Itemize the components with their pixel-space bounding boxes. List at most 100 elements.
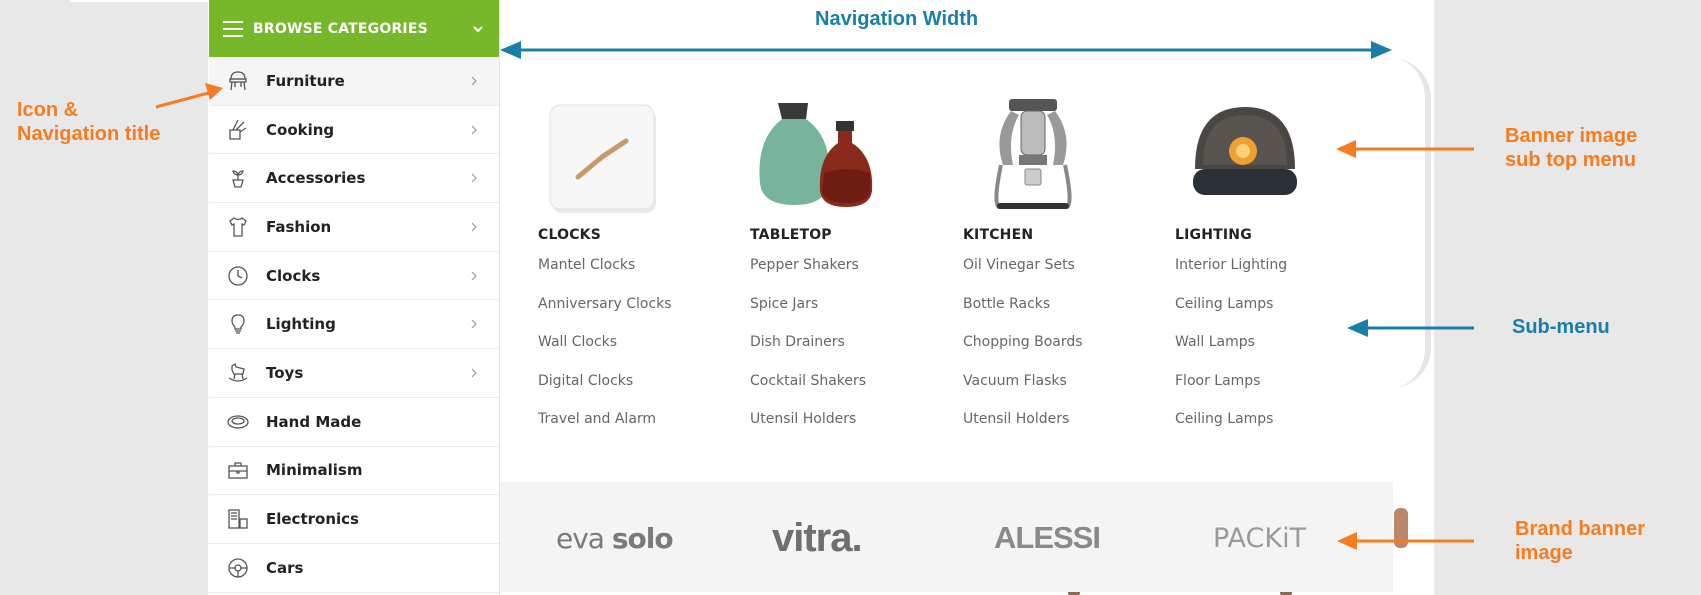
rocking-horse-icon bbox=[228, 362, 248, 382]
sidebar-item-minimalism[interactable]: Minimalism bbox=[209, 447, 499, 496]
sidebar-item-label: Accessories bbox=[266, 169, 366, 188]
submenu-link[interactable]: Utensil Holders bbox=[963, 411, 1163, 450]
annotation-navigation-width: Navigation Width bbox=[815, 8, 979, 30]
brand-logo-vitra[interactable]: vitra. bbox=[772, 515, 863, 560]
brand-banner: eva solo vitra. ALESSI PACKiT bbox=[500, 482, 1393, 592]
brand-name: vitra. bbox=[772, 515, 863, 560]
submenu-column-lighting: LIGHTING Interior Lighting Ceiling Lamps… bbox=[1175, 95, 1375, 450]
annotation-sub-menu: Sub-menu bbox=[1512, 316, 1610, 338]
submenu-column-kitchen: KITCHEN Oil Vinegar Sets Bottle Racks Ch… bbox=[963, 95, 1163, 450]
sidebar-item-label: Toys bbox=[266, 363, 304, 382]
submenu-link[interactable]: Wall Lamps bbox=[1175, 334, 1375, 373]
annotation-line: sub top menu bbox=[1505, 149, 1637, 171]
steering-wheel-icon bbox=[228, 558, 248, 578]
chair-icon bbox=[229, 71, 247, 90]
plant-pot-icon bbox=[232, 170, 244, 188]
page-top-strip bbox=[70, 0, 208, 2]
mega-menu-panel: CLOCKS Mantel Clocks Anniversary Clocks … bbox=[500, 55, 1393, 592]
sidebar-item-fashion[interactable]: Fashion bbox=[209, 203, 499, 252]
browse-categories-header[interactable]: BROWSE CATEGORIES bbox=[209, 0, 499, 57]
submenu-links: Mantel Clocks Anniversary Clocks Wall Cl… bbox=[538, 257, 738, 450]
annotation-line: Brand banner bbox=[1515, 518, 1646, 540]
submenu-link[interactable]: Dish Drainers bbox=[750, 334, 950, 373]
sidebar-item-cooking[interactable]: Cooking bbox=[209, 106, 499, 155]
submenu-link[interactable]: Floor Lamps bbox=[1175, 373, 1375, 412]
submenu-link[interactable]: Digital Clocks bbox=[538, 373, 738, 412]
submenu-link[interactable]: Cocktail Shakers bbox=[750, 373, 950, 412]
clock-product-image[interactable] bbox=[538, 95, 678, 215]
espresso-maker-product-image[interactable] bbox=[963, 95, 1103, 215]
sidebar-item-label: Cooking bbox=[266, 120, 335, 139]
chevron-down-icon bbox=[473, 25, 483, 32]
browse-categories-title: BROWSE CATEGORIES bbox=[253, 20, 428, 37]
annotation-icon-title: Icon & Navigation title bbox=[17, 98, 160, 146]
sidebar-item-label: Electronics bbox=[266, 510, 359, 529]
chevron-right-icon bbox=[471, 125, 477, 134]
submenu-link[interactable]: Oil Vinegar Sets bbox=[963, 257, 1163, 296]
sidebar-item-label: Minimalism bbox=[266, 461, 363, 480]
sidebar-item-clocks[interactable]: Clocks bbox=[209, 252, 499, 301]
brand-logo-eva-solo[interactable]: eva solo bbox=[556, 518, 674, 558]
sidebar-item-label: Cars bbox=[266, 558, 304, 577]
hamburger-icon bbox=[223, 20, 243, 37]
brand-logo-alessi[interactable]: ALESSI bbox=[994, 518, 1101, 558]
submenu-link[interactable]: Chopping Boards bbox=[963, 334, 1163, 373]
chevron-right-icon bbox=[471, 271, 477, 281]
annotation-line: image bbox=[1515, 542, 1573, 564]
submenu-link[interactable]: Wall Clocks bbox=[538, 334, 738, 373]
annotation-line: Icon & bbox=[17, 99, 79, 121]
sidebar-item-cars[interactable]: Cars bbox=[209, 544, 499, 593]
category-sidebar: BROWSE CATEGORIES Furniture Cooking Acce… bbox=[209, 0, 500, 595]
sidebar-item-label: Fashion bbox=[266, 217, 332, 236]
submenu-link[interactable]: Ceiling Lamps bbox=[1175, 296, 1375, 335]
annotation-line: Navigation title bbox=[17, 123, 161, 145]
lamp-product-image[interactable] bbox=[1175, 95, 1315, 215]
sidebar-item-lighting[interactable]: Lighting bbox=[209, 300, 499, 350]
submenu-column-tabletop: TABLETOP Pepper Shakers Spice Jars Dish … bbox=[750, 95, 950, 450]
submenu-title[interactable]: KITCHEN bbox=[963, 227, 1163, 245]
sidebar-item-furniture[interactable]: Furniture bbox=[209, 57, 499, 106]
page-margin-right bbox=[1434, 0, 1701, 595]
carafe-product-image[interactable] bbox=[750, 95, 890, 215]
sidebar-item-electronics[interactable]: Electronics bbox=[209, 495, 499, 544]
devices-icon bbox=[228, 509, 248, 529]
submenu-link[interactable]: Utensil Holders bbox=[750, 411, 950, 450]
submenu-link[interactable]: Interior Lighting bbox=[1175, 257, 1375, 296]
background-decoration-accent bbox=[1394, 508, 1408, 548]
submenu-link[interactable]: Pepper Shakers bbox=[750, 257, 950, 296]
submenu-link[interactable]: Spice Jars bbox=[750, 296, 950, 335]
submenu-links: Pepper Shakers Spice Jars Dish Drainers … bbox=[750, 257, 950, 450]
sidebar-item-hand-made[interactable]: Hand Made bbox=[209, 398, 499, 447]
light-bulb-icon bbox=[231, 314, 245, 334]
submenu-link[interactable]: Travel and Alarm bbox=[538, 411, 738, 450]
submenu-link[interactable]: Bottle Racks bbox=[963, 296, 1163, 335]
kitchen-utensils-icon bbox=[229, 119, 247, 140]
briefcase-icon bbox=[228, 462, 248, 479]
brand-name-part: eva bbox=[556, 521, 605, 555]
chevron-right-icon bbox=[471, 173, 477, 183]
chevron-right-icon bbox=[471, 76, 477, 86]
submenu-link[interactable]: Vacuum Flasks bbox=[963, 373, 1163, 412]
submenu-title[interactable]: LIGHTING bbox=[1175, 227, 1375, 245]
sidebar-item-label: Furniture bbox=[266, 71, 345, 90]
sidebar-item-label: Lighting bbox=[266, 315, 336, 334]
brand-logo-packit[interactable]: PACKiT bbox=[1213, 518, 1306, 558]
sidebar-item-toys[interactable]: Toys bbox=[209, 349, 499, 398]
submenu-links: Oil Vinegar Sets Bottle Racks Chopping B… bbox=[963, 257, 1163, 450]
submenu-title[interactable]: CLOCKS bbox=[538, 227, 738, 245]
clock-icon bbox=[228, 265, 248, 286]
sidebar-item-label: Hand Made bbox=[266, 412, 362, 431]
annotation-line: Banner image bbox=[1505, 125, 1638, 147]
brand-name: PACKiT bbox=[1213, 522, 1307, 554]
brand-name: ALESSI bbox=[994, 520, 1101, 555]
submenu-link[interactable]: Anniversary Clocks bbox=[538, 296, 738, 335]
sidebar-item-accessories[interactable]: Accessories bbox=[209, 154, 499, 204]
shirt-icon bbox=[229, 217, 247, 237]
submenu-link[interactable]: Ceiling Lamps bbox=[1175, 411, 1375, 450]
brand-name-part: solo bbox=[611, 521, 674, 555]
category-list: Furniture Cooking Accessories Fashion Cl… bbox=[209, 57, 499, 593]
submenu-link[interactable]: Mantel Clocks bbox=[538, 257, 738, 296]
submenu-title[interactable]: TABLETOP bbox=[750, 227, 950, 245]
annotation-banner-image: Banner image sub top menu bbox=[1505, 124, 1637, 172]
chevron-right-icon bbox=[471, 368, 477, 378]
